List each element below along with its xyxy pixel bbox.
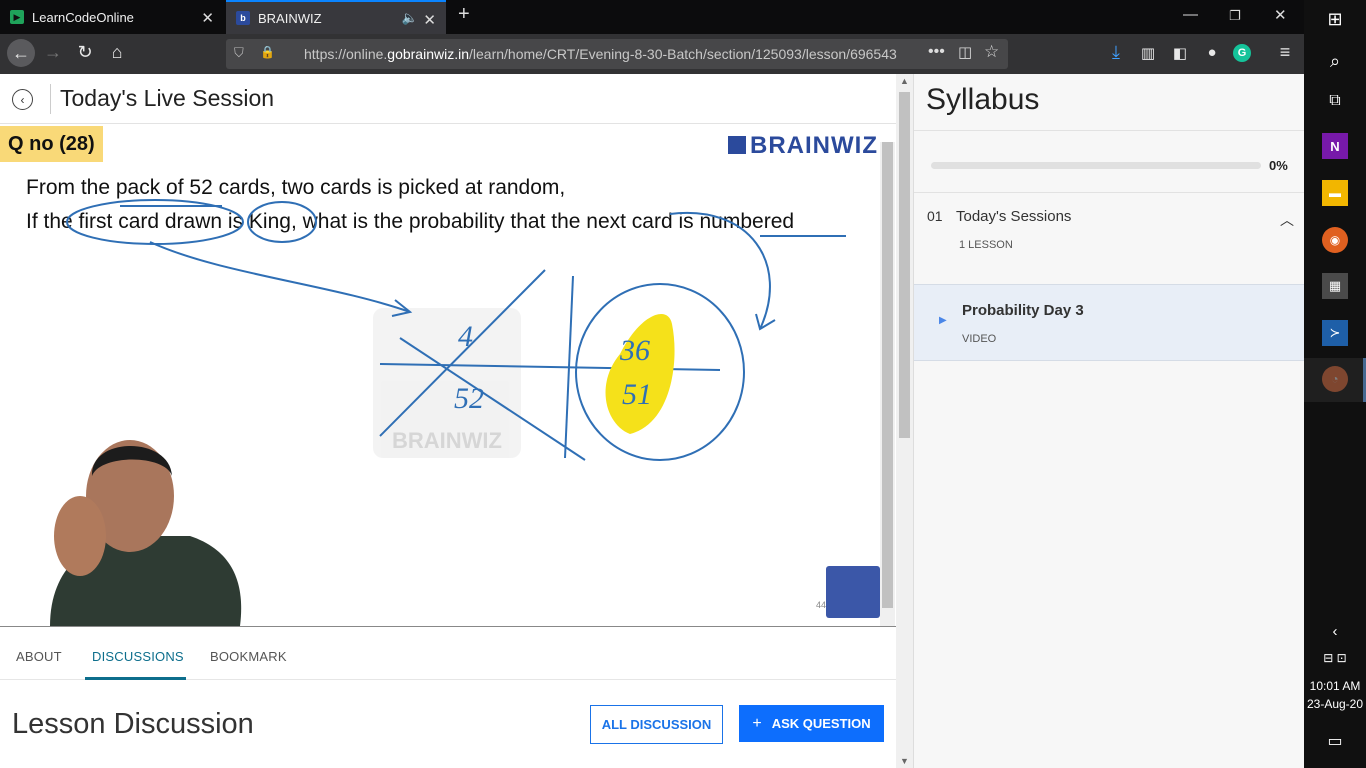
play-icon: ▶ <box>939 315 947 326</box>
network-icon[interactable]: ⊟ ⊡ <box>1312 645 1358 671</box>
task-view-icon[interactable]: ⧉ <box>1322 88 1348 114</box>
tab-label: BRAINWIZ <box>258 10 322 26</box>
restore-icon[interactable]: ❐ <box>1229 8 1241 24</box>
corner-brainwiz-badge: 44 <box>816 566 880 618</box>
lesson-content: ‹ Today's Live Session Q no (28) BRAINWI… <box>0 74 896 768</box>
lesson-name[interactable]: Probability Day 3 <box>962 302 1084 319</box>
section-number: 01 <box>927 208 943 224</box>
media-player-icon[interactable]: ◉ <box>1322 227 1348 253</box>
new-tab-icon[interactable]: + <box>458 3 470 26</box>
forward-arrow-icon[interactable]: → <box>41 42 65 63</box>
lesson-item[interactable]: ▶ Probability Day 3 VIDEO <box>914 284 1305 361</box>
progress-percent: 0% <box>1269 158 1288 173</box>
url-text[interactable]: https://online.gobrainwiz.in/learn/home/… <box>304 46 897 62</box>
tab-brainwiz[interactable]: b BRAINWIZ 🔈 ✕ <box>226 0 446 34</box>
tab-about[interactable]: ABOUT <box>16 649 62 664</box>
tab-discussions[interactable]: DISCUSSIONS <box>92 649 184 664</box>
browser-tab-bar: ▶ LearnCodeOnline ✕ b BRAINWIZ 🔈 ✕ + — ❐… <box>0 0 1304 34</box>
highlight-mark <box>605 314 675 434</box>
windows-taskbar: ⊞ ⌕ ⧉ N ▬ ◉ ▦ ≻ ◔ ‹ ⊟ ⊡ 10:01 AM 23-Aug-… <box>1304 0 1366 768</box>
file-explorer-icon[interactable]: ▬ <box>1322 180 1348 206</box>
ask-question-button[interactable]: + ASK QUESTION <box>739 705 884 742</box>
lesson-type: VIDEO <box>962 333 997 345</box>
divider <box>914 192 1305 193</box>
shield-icon[interactable]: ⛉ <box>234 45 244 61</box>
address-bar[interactable]: ⛉ 🔒 https://online.gobrainwiz.in/learn/h… <box>226 39 1008 69</box>
page-title: Today's Live Session <box>60 85 275 111</box>
active-tab-indicator <box>85 677 186 680</box>
account-icon[interactable]: ● <box>1200 44 1224 61</box>
menu-icon[interactable]: ≡ <box>1273 42 1297 63</box>
tab-learncodeonline[interactable]: ▶ LearnCodeOnline ✕ <box>0 0 224 34</box>
presenter-hand <box>54 496 106 576</box>
reload-icon[interactable]: ↻ <box>73 42 97 63</box>
windows-start-icon[interactable]: ⊞ <box>1322 6 1348 32</box>
arrow-to-fraction <box>149 241 411 313</box>
back-arrow-icon[interactable]: ← <box>7 39 35 67</box>
sidebar-toggle-icon[interactable]: ◧ <box>1168 44 1192 62</box>
circle-king <box>247 201 317 243</box>
library-icon[interactable]: ▥ <box>1136 44 1160 62</box>
active-app-highlight <box>1304 358 1366 402</box>
brainwiz-favicon-icon: b <box>236 11 250 25</box>
video-player[interactable]: Q no (28) BRAINWIZ From the pack of 52 c… <box>0 124 880 626</box>
calculator-icon[interactable]: ▦ <box>1322 273 1348 299</box>
syllabus-sidebar: Syllabus 0% 01 Today's Sessions 1 LESSON… <box>913 74 1305 768</box>
close-tab-icon[interactable]: ✕ <box>423 11 436 29</box>
download-icon[interactable]: ⤓ <box>1104 42 1128 63</box>
content-tabs: ABOUT DISCUSSIONS BOOKMARK <box>0 626 896 680</box>
divider <box>914 130 1305 131</box>
answer-numerator-36: 36 <box>619 334 650 367</box>
learncodeonline-favicon-icon: ▶ <box>10 10 24 24</box>
clock-time[interactable]: 10:01 AM <box>1304 679 1366 693</box>
close-tab-icon[interactable]: ✕ <box>201 9 214 27</box>
session-header: ‹ Today's Live Session <box>0 74 896 124</box>
answer-denominator-51: 51 <box>622 378 652 411</box>
all-discussion-button[interactable]: ALL DISCUSSION <box>590 705 723 744</box>
back-button[interactable]: ‹ <box>12 89 33 110</box>
chevron-left-icon[interactable]: ‹ <box>1322 618 1348 644</box>
discussion-heading: Lesson Discussion <box>12 708 254 740</box>
presenter-video <box>50 440 242 626</box>
powershell-icon[interactable]: ≻ <box>1322 320 1348 346</box>
video-scrollbar[interactable] <box>880 142 895 626</box>
more-actions-icon[interactable]: ••• <box>928 43 945 61</box>
notifications-icon[interactable]: ▭ <box>1322 728 1348 754</box>
progress-bar <box>931 162 1261 169</box>
browser-nav-bar: ← → ↻ ⌂ ⛉ 🔒 https://online.gobrainwiz.in… <box>0 34 1304 74</box>
lock-icon[interactable]: 🔒 <box>260 45 275 59</box>
speaker-icon[interactable]: 🔈 <box>402 10 418 26</box>
section-title[interactable]: Today's Sessions <box>956 208 1071 225</box>
clock-date[interactable]: 23-Aug-20 <box>1304 697 1366 711</box>
section-lesson-count: 1 LESSON <box>959 239 1013 251</box>
cross-line-2 <box>399 337 586 461</box>
chevron-up-icon[interactable]: ︿ <box>1280 210 1294 230</box>
pocket-icon[interactable]: ◫ <box>958 43 972 61</box>
minimize-icon[interactable]: — <box>1183 6 1198 23</box>
header-divider <box>50 84 51 114</box>
tab-label: LearnCodeOnline <box>32 9 134 25</box>
bookmark-star-icon[interactable]: ☆ <box>984 42 999 62</box>
tab-bookmark[interactable]: BOOKMARK <box>210 649 287 664</box>
page-scrollbar[interactable]: ▲ ▼ <box>896 74 913 768</box>
plus-icon: + <box>752 714 762 732</box>
onenote-icon[interactable]: N <box>1322 133 1348 159</box>
window-close-icon[interactable]: ✕ <box>1274 6 1287 24</box>
home-icon[interactable]: ⌂ <box>105 42 129 63</box>
fraction-numerator-4: 4 <box>458 320 473 353</box>
fraction-denominator-52: 52 <box>454 382 484 415</box>
syllabus-title: Syllabus <box>926 83 1040 116</box>
grammarly-icon[interactable]: G <box>1233 44 1251 62</box>
search-icon[interactable]: ⌕ <box>1322 48 1348 74</box>
